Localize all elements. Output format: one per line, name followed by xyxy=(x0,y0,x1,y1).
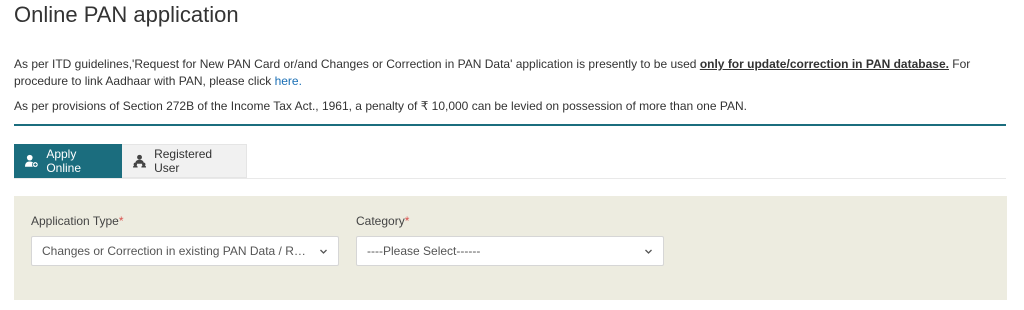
category-select[interactable]: ----Please Select------ xyxy=(356,236,664,266)
chevron-down-icon xyxy=(320,249,327,254)
tab-registered-user[interactable]: Registered User xyxy=(122,144,247,178)
tab-apply-online[interactable]: Apply Online xyxy=(14,144,122,178)
application-type-select[interactable]: Changes or Correction in existing PAN Da… xyxy=(31,236,339,266)
tab-registered-user-label: Registered User xyxy=(154,147,213,175)
application-form-panel: Application Type* Changes or Correction … xyxy=(14,196,1007,300)
page-title: Online PAN application xyxy=(14,2,239,27)
tab-bar: Apply Online Registered User xyxy=(14,144,247,178)
itd-guideline-notice: As per ITD guidelines,'Request for New P… xyxy=(14,56,1004,90)
notice-text-prefix: As per ITD guidelines,'Request for New P… xyxy=(14,57,700,71)
aadhaar-link-here[interactable]: here. xyxy=(275,74,302,88)
user-add-icon xyxy=(25,154,39,168)
penalty-notice: As per provisions of Section 272B of the… xyxy=(14,99,747,113)
category-label: Category* xyxy=(356,214,410,228)
application-type-label: Application Type* xyxy=(31,214,124,228)
tabs-underline xyxy=(14,178,1006,179)
application-type-value: Changes or Correction in existing PAN Da… xyxy=(42,244,312,258)
tab-apply-online-label: Apply Online xyxy=(46,147,81,175)
notice-emphasis: only for update/correction in PAN databa… xyxy=(699,57,949,71)
category-field: Category* ----Please Select------ xyxy=(356,214,664,266)
required-marker: * xyxy=(118,214,124,228)
chevron-down-icon xyxy=(645,249,652,254)
application-type-field: Application Type* Changes or Correction … xyxy=(31,214,339,266)
category-value: ----Please Select------ xyxy=(367,244,481,258)
user-group-icon xyxy=(133,154,147,168)
required-marker: * xyxy=(404,214,410,228)
header-divider xyxy=(14,124,1006,126)
